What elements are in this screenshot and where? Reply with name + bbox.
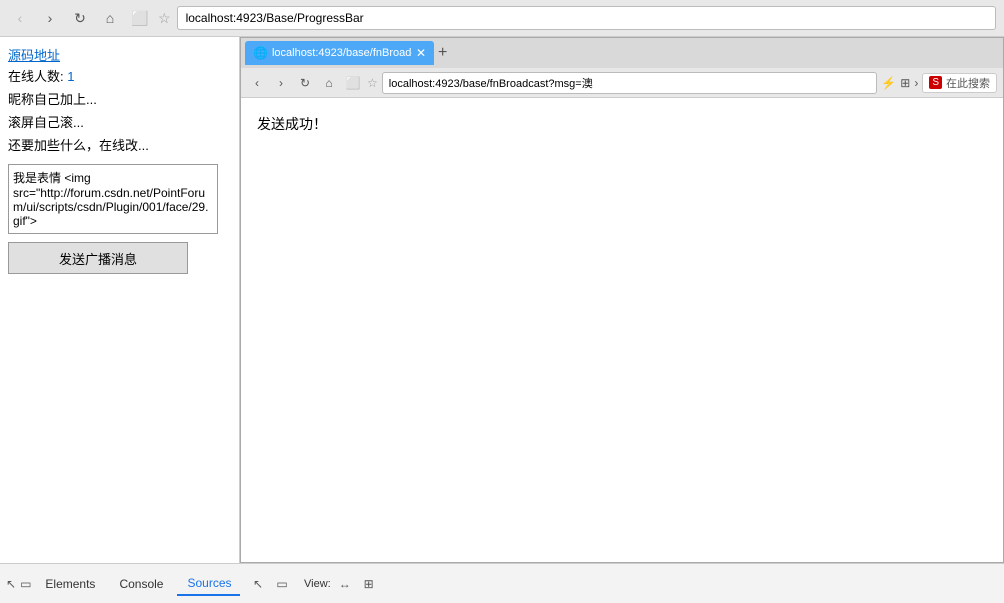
reload-button[interactable]: ↻	[68, 6, 92, 30]
left-panel: 源码地址 在线人数: 1 昵称自己加上... 滚屏自己滚... 还要加些什么，在…	[0, 37, 240, 603]
popup-grid-icon: ⊞	[900, 76, 910, 90]
send-button[interactable]: 发送广播消息	[8, 242, 188, 274]
home-button[interactable]: ⌂	[98, 6, 122, 30]
browser-chrome: ‹ › ↻ ⌂ ⬜ ☆	[0, 0, 1004, 37]
globe-icon: 🌐	[253, 46, 268, 60]
search-label: 在此搜索	[946, 75, 990, 91]
message-textarea[interactable]: 我是表情 <img src="http://forum.csdn.net/Poi…	[8, 164, 218, 234]
left-bottom-toolbar: ↖ ▭ Elements Console Sources	[0, 563, 240, 603]
sogou-icon: S	[929, 76, 942, 89]
elements-tab[interactable]: Elements	[35, 573, 105, 595]
sources-tab[interactable]: Sources	[177, 572, 241, 596]
popup-address-bar[interactable]	[382, 72, 878, 94]
online-count: 1	[67, 69, 74, 84]
view-label: View:	[304, 578, 331, 590]
tablet-button[interactable]: ⬜	[128, 6, 152, 30]
cursor-tool-button[interactable]: ↖	[248, 574, 268, 594]
popup-more-icon: ›	[914, 76, 918, 90]
right-panel: ⧉ 🌐 localhost:4923/base/fnBroadcast ✕ + …	[240, 37, 1004, 603]
popup-back-button[interactable]: ‹	[247, 73, 267, 93]
scroll-info: 滚屏自己滚...	[8, 112, 231, 131]
star-icon: ☆	[158, 10, 171, 27]
forward-button[interactable]: ›	[38, 6, 62, 30]
tab-title: localhost:4923/base/fnBroadcast	[272, 47, 412, 59]
popup-tab-bar: 🌐 localhost:4923/base/fnBroadcast ✕ +	[241, 38, 1003, 68]
devtools-bar: ↖ ▭ View: ↔ ⊞	[240, 563, 1004, 603]
console-tab[interactable]: Console	[109, 573, 173, 595]
view-icon2[interactable]: ⊞	[359, 574, 379, 594]
source-link[interactable]: 源码地址	[8, 45, 231, 64]
cursor-icon[interactable]: ↖	[6, 577, 16, 591]
browser-toolbar: ‹ › ↻ ⌂ ⬜ ☆	[0, 0, 1004, 36]
address-bar[interactable]	[177, 6, 996, 30]
nickname-info: 昵称自己加上...	[8, 89, 231, 108]
view-icon1[interactable]: ↔	[335, 574, 355, 594]
popup-forward-button[interactable]: ›	[271, 73, 291, 93]
main-area: 源码地址 在线人数: 1 昵称自己加上... 滚屏自己滚... 还要加些什么，在…	[0, 37, 1004, 603]
back-button[interactable]: ‹	[8, 6, 32, 30]
popup-nav-bar: ‹ › ↻ ⌂ ⬜ ☆ ⚡ ⊞ › S 在此搜索	[241, 68, 1003, 98]
extra-info: 还要加些什么，在线改...	[8, 135, 231, 154]
online-label: 在线人数:	[8, 69, 64, 84]
mobile-tool-button[interactable]: ▭	[272, 574, 292, 594]
popup-star-icon: ☆	[367, 76, 378, 90]
tab-close-button[interactable]: ✕	[416, 46, 426, 60]
popup-tablet-button[interactable]: ⬜	[343, 73, 363, 93]
popup-reload-button[interactable]: ↻	[295, 73, 315, 93]
success-message: 发送成功！	[257, 116, 327, 132]
popup-home-button[interactable]: ⌂	[319, 73, 339, 93]
online-info: 在线人数: 1	[8, 66, 231, 85]
mobile-icon[interactable]: ▭	[20, 577, 31, 591]
popup-lightning-icon: ⚡	[881, 76, 896, 90]
devtools-icons: ↖ ▭	[248, 574, 292, 594]
popup-tab[interactable]: 🌐 localhost:4923/base/fnBroadcast ✕	[245, 41, 434, 65]
popup-browser: 🌐 localhost:4923/base/fnBroadcast ✕ + ‹ …	[240, 37, 1004, 563]
new-tab-button[interactable]: +	[438, 44, 447, 62]
popup-content: 发送成功！	[241, 98, 1003, 562]
